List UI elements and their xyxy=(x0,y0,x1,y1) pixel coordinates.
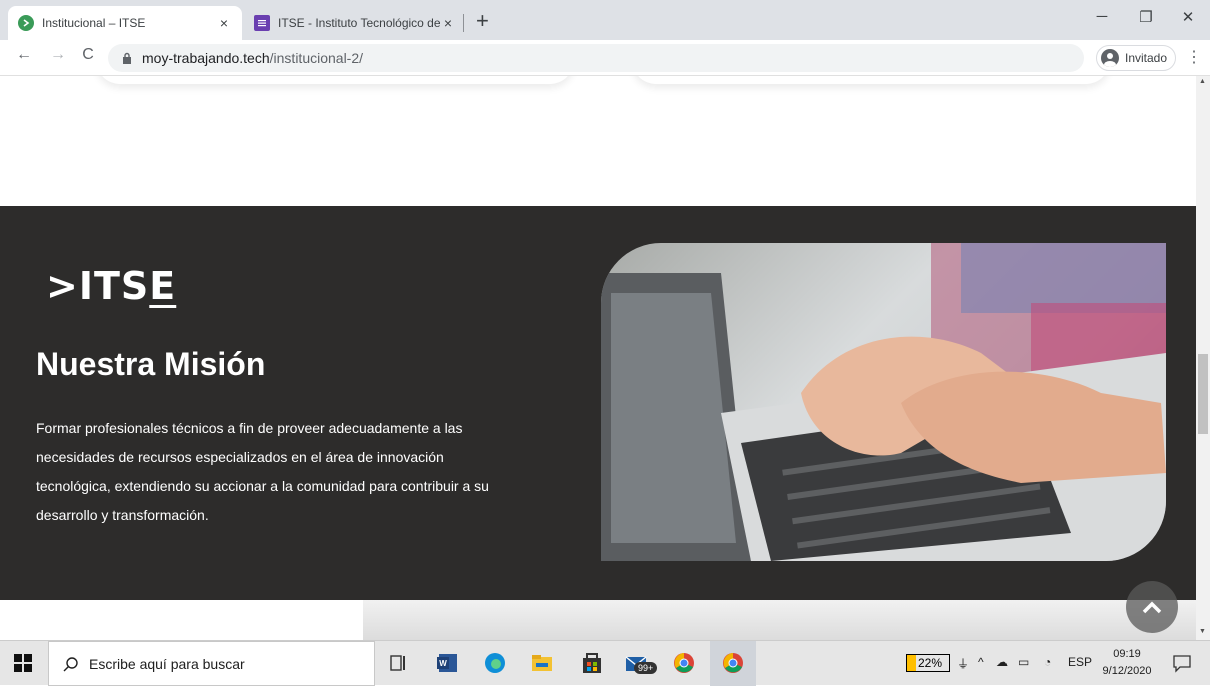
close-window-button[interactable]: ✕ xyxy=(1168,8,1208,26)
laptop-typing-photo xyxy=(601,243,1166,561)
scroll-to-top-button[interactable] xyxy=(1126,581,1178,633)
url-host: moy-trabajando.tech xyxy=(142,50,270,66)
tab-itse[interactable]: ITSE - Instituto Tecnológico de Se × xyxy=(244,6,466,40)
guest-avatar-icon xyxy=(1101,49,1119,67)
tab-title: Institucional – ITSE xyxy=(42,16,146,30)
back-button[interactable]: ← xyxy=(12,46,36,64)
cloud-icon[interactable]: ☁ xyxy=(996,655,1008,669)
tab-strip: Institucional – ITSE × ITSE - Instituto … xyxy=(0,0,1210,40)
minimize-button[interactable]: ─ xyxy=(1082,8,1122,25)
scrollbar-thumb[interactable] xyxy=(1198,354,1208,434)
browser-toolbar: ← → C moy-trabajando.tech/institucional-… xyxy=(0,40,1210,76)
clock-time: 09:19 xyxy=(1113,648,1141,660)
tab-institucional[interactable]: Institucional – ITSE × xyxy=(8,6,242,40)
profile-label: Invitado xyxy=(1125,51,1168,65)
chevron-up-tray-icon[interactable]: ^ xyxy=(978,655,984,669)
page-viewport: >ITSE Nuestra Misión Formar profesionale… xyxy=(0,76,1196,640)
chrome-active-icon[interactable] xyxy=(721,651,745,675)
mission-text: Formar profesionales técnicos a fin de p… xyxy=(36,420,489,523)
new-tab-button[interactable]: + xyxy=(476,8,489,34)
battery-fill xyxy=(907,655,916,671)
tab-separator xyxy=(463,14,464,32)
forward-button[interactable]: → xyxy=(46,46,70,64)
scroll-up-arrow-icon[interactable]: ▲ xyxy=(1199,78,1206,85)
notifications-icon[interactable] xyxy=(1172,653,1192,673)
word-icon[interactable]: W xyxy=(435,651,459,675)
mail-badge: 99+ xyxy=(634,662,658,674)
maximize-button[interactable]: ❐ xyxy=(1126,8,1166,26)
store-icon[interactable] xyxy=(580,651,604,675)
forms-favicon-icon xyxy=(254,15,270,31)
file-explorer-icon[interactable] xyxy=(530,651,554,675)
address-bar[interactable]: moy-trabajando.tech/institucional-2/ xyxy=(108,44,1084,72)
wifi-icon[interactable]: ◔ xyxy=(1044,655,1051,669)
mission-title: Nuestra Misión xyxy=(36,346,266,382)
clock-date: 9/12/2020 xyxy=(1102,665,1152,677)
windows-start-icon[interactable] xyxy=(14,654,32,672)
site-favicon-icon xyxy=(18,15,34,31)
search-placeholder: Escribe aquí para buscar xyxy=(89,655,245,672)
chevron-up-icon xyxy=(1142,601,1162,614)
card-bottom-left xyxy=(96,76,574,84)
search-icon xyxy=(63,656,78,671)
language-indicator[interactable]: ESP xyxy=(1068,655,1092,669)
tab-close-icon[interactable]: × xyxy=(440,15,456,31)
chrome-icon[interactable] xyxy=(672,651,696,675)
reload-button[interactable]: C xyxy=(76,46,100,64)
svg-text:W: W xyxy=(439,659,447,668)
battery-indicator[interactable]: 22% xyxy=(906,654,950,672)
next-section-preview xyxy=(363,600,1196,640)
lock-icon xyxy=(123,52,131,64)
mission-section: >ITSE Nuestra Misión Formar profesionale… xyxy=(0,206,1196,600)
edge-icon[interactable] xyxy=(483,651,507,675)
system-clock[interactable]: 09:19 9/12/2020 xyxy=(1094,646,1160,680)
screen-icon[interactable]: ▭ xyxy=(1018,655,1029,669)
page-scrollbar[interactable]: ▲ ▼ xyxy=(1196,76,1210,640)
power-plug-icon[interactable]: ⏚ xyxy=(957,655,969,672)
menu-kebab-icon[interactable]: ⋮ xyxy=(1186,47,1202,67)
mail-icon[interactable]: 99+ xyxy=(624,651,660,675)
battery-percent: 22% xyxy=(918,656,943,670)
tab-close-icon[interactable]: × xyxy=(216,15,232,31)
profile-button[interactable]: Invitado xyxy=(1096,45,1177,71)
windows-taskbar: Escribe aquí para buscar W 99+ 22% ⏚ ^ ☁… xyxy=(0,640,1210,686)
url-path: /institucional-2/ xyxy=(269,50,364,66)
card-bottom-right xyxy=(632,76,1110,84)
itse-logo: >ITSE xyxy=(46,264,177,308)
tab-title: ITSE - Instituto Tecnológico de Se xyxy=(278,16,440,30)
scroll-down-arrow-icon[interactable]: ▼ xyxy=(1199,628,1206,635)
task-view-icon[interactable] xyxy=(386,651,410,675)
taskbar-search-box[interactable]: Escribe aquí para buscar xyxy=(48,641,375,686)
